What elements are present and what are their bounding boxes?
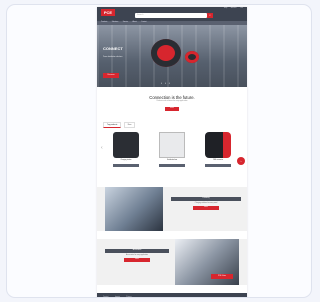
emobility-banner: E-Mobility Charging solutions for every … xyxy=(97,187,247,231)
product-card[interactable]: CEE connector xyxy=(203,130,233,168)
accessories-banner: Accessories Accessories for every applic… xyxy=(97,239,247,285)
preview-card: PCE Search ⌕ Help Account Cart Products … xyxy=(6,4,312,298)
section-button[interactable]: More xyxy=(165,107,179,111)
accessories-info: Accessories Accessories for every applic… xyxy=(105,249,169,262)
accessories-title: Accessories xyxy=(105,249,169,253)
hero-banner[interactable]: CONNECT Power distribution solutions Dis… xyxy=(97,25,247,87)
product-bar xyxy=(205,164,231,167)
product-image xyxy=(205,132,231,158)
header-link-help[interactable]: Help xyxy=(224,8,227,9)
logo[interactable]: PCE xyxy=(101,9,115,16)
header-links: Help Account Cart xyxy=(221,8,243,9)
carousel-prev-icon[interactable]: ‹ xyxy=(101,145,103,151)
nav-item-products[interactable]: Products xyxy=(101,22,107,23)
product-image xyxy=(113,132,139,158)
hero-subtext: Power distribution solutions xyxy=(103,57,123,58)
product-name: Distribution box xyxy=(166,160,178,161)
product-bar xyxy=(113,164,139,167)
photo-label[interactable]: PCE Online xyxy=(211,274,233,279)
tab-top-products[interactable]: Top products xyxy=(103,122,122,128)
hero-product-image-small xyxy=(185,51,199,63)
emobility-photo xyxy=(105,187,163,231)
emobility-button[interactable]: More xyxy=(193,206,219,210)
product-name: Charging station xyxy=(120,160,132,161)
section-title: Connection is the future. xyxy=(149,95,195,100)
accessories-button[interactable]: More xyxy=(124,258,150,262)
search-input[interactable]: Search xyxy=(135,13,207,18)
hero-product-image xyxy=(151,39,181,67)
footer-link[interactable]: Privacy xyxy=(126,297,131,298)
hero-headline: CONNECT xyxy=(103,46,123,51)
section-text: Products and solutions for every applica… xyxy=(156,101,188,102)
tab-new[interactable]: New xyxy=(123,122,136,128)
nav-item-solutions[interactable]: Solutions xyxy=(112,22,119,23)
header-link-account[interactable]: Account xyxy=(231,8,237,9)
nav-item-about[interactable]: About xyxy=(133,22,137,23)
product-image xyxy=(159,132,185,158)
search-icon[interactable]: ⌕ xyxy=(207,13,213,18)
hero-cta-button[interactable]: Discover xyxy=(103,73,119,78)
product-bar xyxy=(159,164,185,167)
footer-link[interactable]: Imprint xyxy=(115,297,120,298)
footer-link[interactable]: Contact xyxy=(103,297,109,298)
nav-item-contact[interactable]: Contact xyxy=(141,22,147,23)
emobility-title: E-Mobility xyxy=(171,197,241,201)
accessories-photo: PCE Online xyxy=(175,239,239,285)
carousel-dots[interactable]: • • • xyxy=(161,81,171,85)
header-link-cart[interactable]: Cart xyxy=(240,8,243,9)
website-page: PCE Search ⌕ Help Account Cart Products … xyxy=(97,7,247,298)
emobility-text: Charging solutions for every need xyxy=(194,203,218,204)
product-card[interactable]: Distribution box xyxy=(157,130,187,168)
carousel-next-icon[interactable]: › xyxy=(237,157,245,165)
accessories-text: Accessories for every application xyxy=(126,255,148,256)
product-tabs: Top products New xyxy=(103,122,137,128)
header-bar: PCE Search ⌕ Help Account Cart xyxy=(97,7,247,21)
emobility-info: E-Mobility Charging solutions for every … xyxy=(171,197,241,210)
product-card[interactable]: Charging station xyxy=(111,130,141,168)
product-name: CEE connector xyxy=(212,160,224,161)
footer: Contact Imprint Privacy xyxy=(97,293,247,298)
nav-item-service[interactable]: Service xyxy=(123,22,128,23)
